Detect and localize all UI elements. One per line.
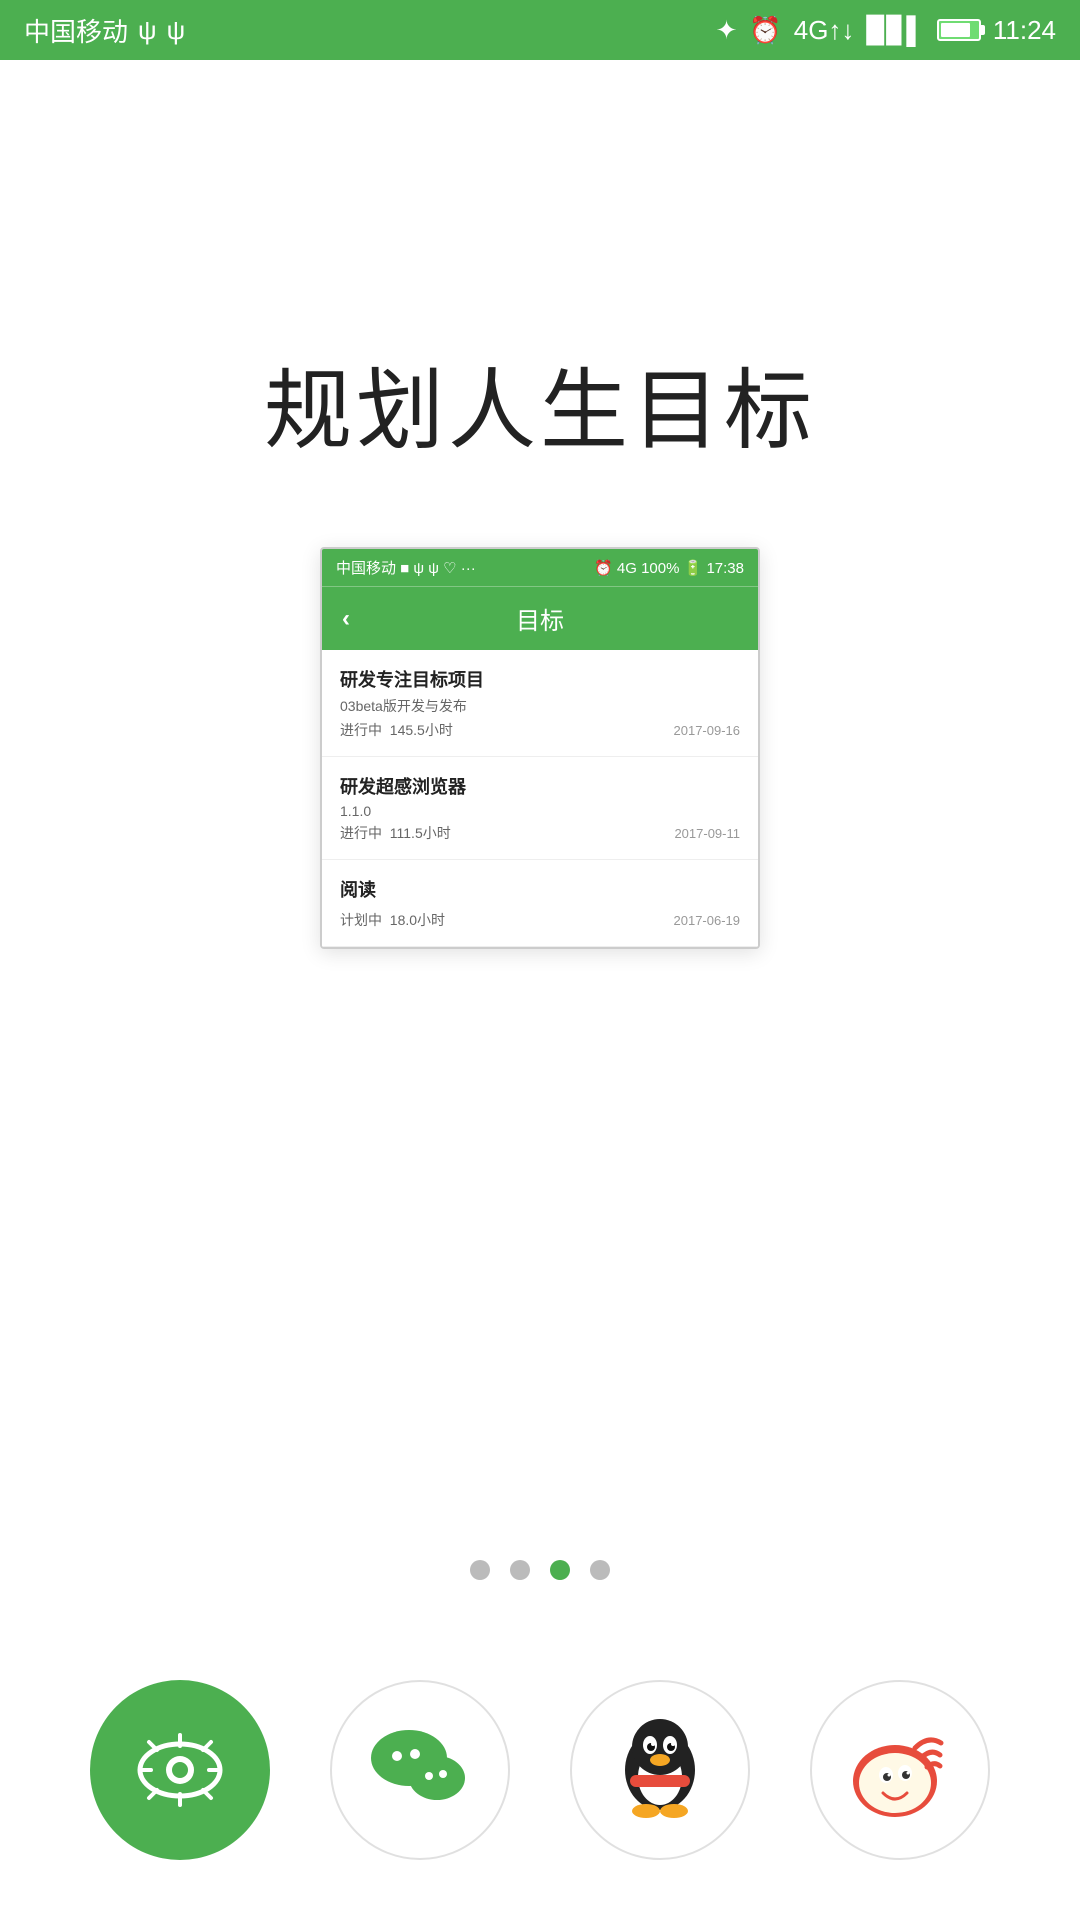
goal-sub-1: 03beta版开发与发布: [340, 696, 740, 716]
phone-back-button[interactable]: ‹: [342, 605, 350, 633]
wechat-button[interactable]: [330, 1680, 510, 1860]
phone-inner-header: ‹ 目标: [322, 586, 758, 650]
phone-screenshot-card: 中国移动 ■ ψ ψ ♡ ··· ⏰ 4G 100% 🔋 17:38 ‹ 目标 …: [320, 547, 760, 949]
dot-1[interactable]: [470, 1560, 490, 1580]
app-green-button[interactable]: [90, 1680, 270, 1860]
signal-label: 4G↑↓: [794, 15, 855, 46]
qq-button[interactable]: [570, 1680, 750, 1860]
bluetooth-icon: ✦: [716, 15, 738, 46]
status-bar-left: 中国移动 ψ ψ: [24, 12, 185, 49]
goal-item-1[interactable]: 研发专注目标项目 03beta版开发与发布 进行中 145.5小时 2017-0…: [322, 650, 758, 757]
wechat-icon: [365, 1723, 475, 1818]
bottom-icons-row: [90, 1680, 990, 1860]
goal-meta-2: 进行中 111.5小时 2017-09-11: [340, 823, 740, 843]
goal-status-2: 进行中 111.5小时: [340, 823, 451, 843]
weibo-icon: [843, 1713, 958, 1828]
status-bar: 中国移动 ψ ψ ✦ ⏰ 4G↑↓ ▉▊▌ 11:24: [0, 0, 1080, 60]
qq-icon: [610, 1705, 710, 1835]
eye-camera-icon: [135, 1730, 225, 1810]
goal-date-2: 2017-09-11: [674, 826, 740, 841]
goal-item-2[interactable]: 研发超感浏览器 1.1.0 进行中 111.5小时 2017-09-11: [322, 757, 758, 860]
goal-sub-2: 1.1.0: [340, 803, 740, 819]
phone-inner-status-bar: 中国移动 ■ ψ ψ ♡ ··· ⏰ 4G 100% 🔋 17:38: [322, 549, 758, 586]
phone-carrier: 中国移动 ■ ψ ψ ♡ ···: [336, 557, 476, 578]
dot-3-active[interactable]: [550, 1560, 570, 1580]
usb-icon-1: ψ: [138, 15, 157, 46]
battery-icon: [937, 19, 981, 41]
goal-status-1: 进行中 145.5小时: [340, 720, 453, 740]
weibo-button[interactable]: [810, 1680, 990, 1860]
goal-status-3: 计划中 18.0小时: [340, 910, 445, 930]
main-content: 规划人生目标 中国移动 ■ ψ ψ ♡ ··· ⏰ 4G 100% 🔋 17:3…: [0, 60, 1080, 1920]
goal-meta-1: 进行中 145.5小时 2017-09-16: [340, 720, 740, 740]
pagination-dots: [470, 1560, 610, 1580]
goal-item-3[interactable]: 阅读 计划中 18.0小时 2017-06-19: [322, 860, 758, 947]
goals-list: 研发专注目标项目 03beta版开发与发布 进行中 145.5小时 2017-0…: [322, 650, 758, 947]
goal-title-1: 研发专注目标项目: [340, 666, 740, 692]
phone-time: ⏰ 4G 100% 🔋 17:38: [594, 559, 744, 577]
goal-date-1: 2017-09-16: [674, 723, 741, 738]
time-label: 11:24: [993, 15, 1056, 46]
goal-meta-3: 计划中 18.0小时 2017-06-19: [340, 910, 740, 930]
dot-2[interactable]: [510, 1560, 530, 1580]
signal-bars-icon: ▉▊▌: [866, 15, 924, 46]
page-title: 规划人生目标: [264, 340, 816, 467]
dot-4[interactable]: [590, 1560, 610, 1580]
usb-icon-2: ψ: [167, 15, 186, 46]
carrier-label: 中国移动: [24, 12, 128, 49]
alarm-icon: ⏰: [749, 15, 781, 46]
phone-screen-title: 目标: [516, 601, 564, 636]
goal-title-3: 阅读: [340, 876, 740, 902]
goal-date-3: 2017-06-19: [674, 913, 741, 928]
status-bar-right: ✦ ⏰ 4G↑↓ ▉▊▌ 11:24: [716, 15, 1056, 46]
goal-title-2: 研发超感浏览器: [340, 773, 740, 799]
